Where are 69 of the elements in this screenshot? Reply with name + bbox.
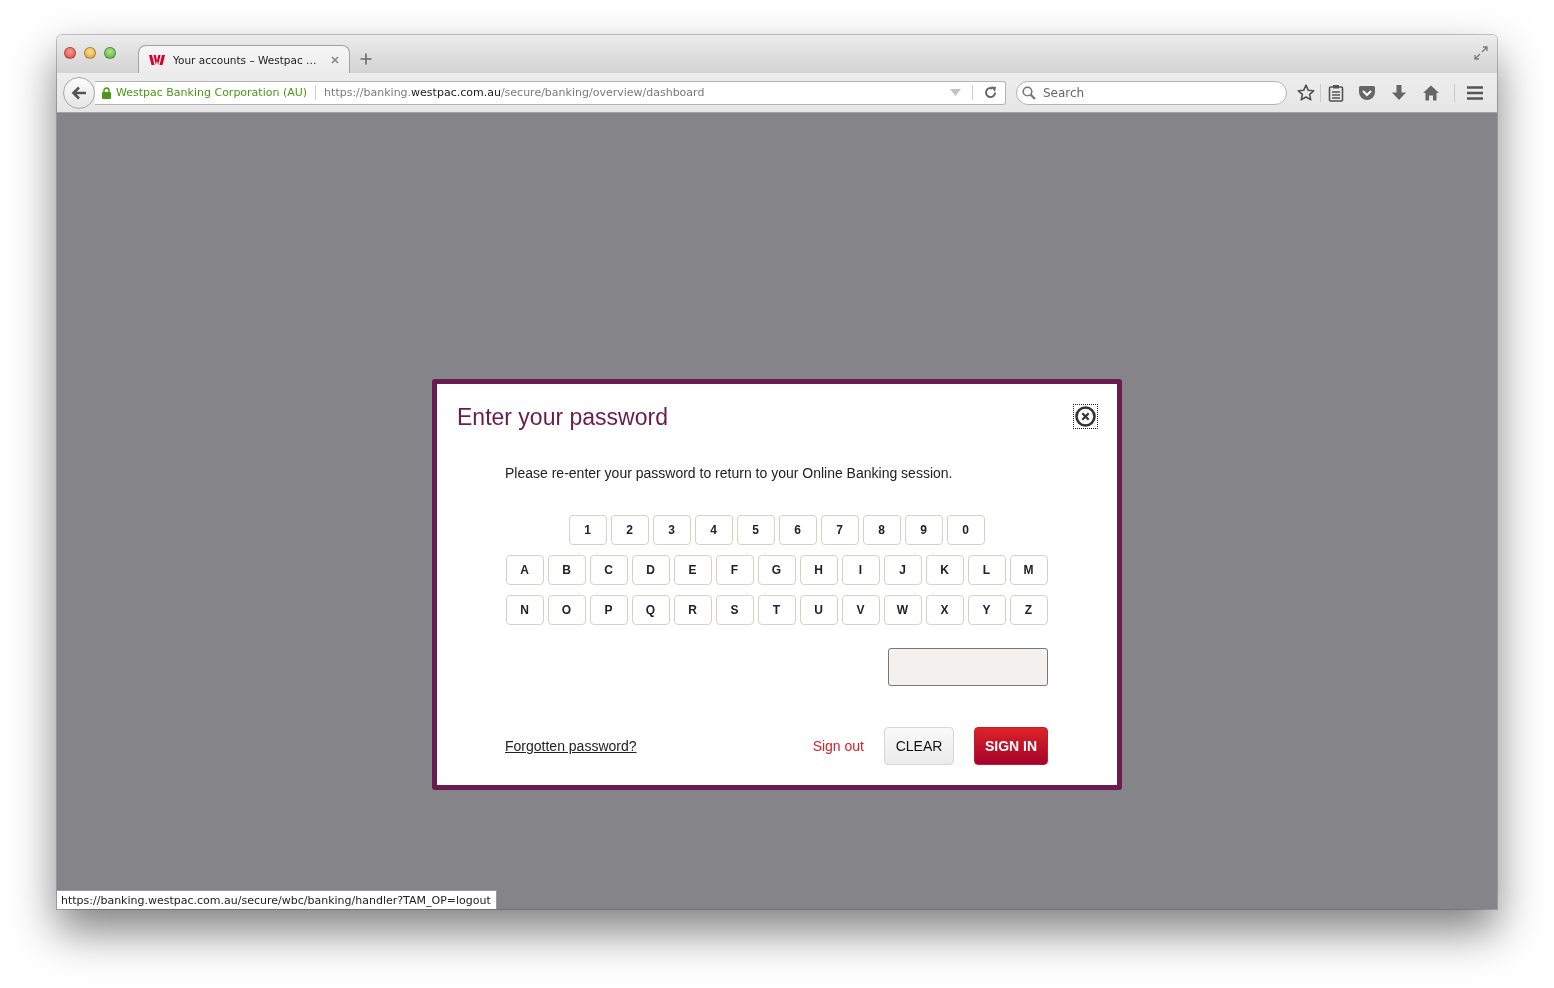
star-icon[interactable] (1297, 83, 1315, 102)
close-window-icon[interactable] (64, 47, 76, 59)
arrow-down-icon[interactable] (1390, 83, 1408, 102)
key-button[interactable]: K (925, 555, 964, 585)
search-field[interactable]: Search (1016, 80, 1287, 105)
key-button[interactable]: Q (631, 595, 670, 625)
key-button[interactable]: X (925, 595, 964, 625)
key-button[interactable]: W (883, 595, 922, 625)
close-icon (1075, 406, 1096, 427)
key-button[interactable]: Z (1009, 595, 1048, 625)
key-button[interactable]: 0 (946, 515, 985, 545)
logo-icon (149, 54, 165, 65)
key-button[interactable]: C (589, 555, 628, 585)
key-button[interactable]: 5 (736, 515, 775, 545)
arrow-left-icon (71, 85, 87, 100)
key-button[interactable]: 2 (610, 515, 649, 545)
key-button[interactable]: T (757, 595, 796, 625)
key-button[interactable]: B (547, 555, 586, 585)
key-button[interactable]: A (505, 555, 544, 585)
key-button[interactable]: U (799, 595, 838, 625)
key-button[interactable]: 3 (652, 515, 691, 545)
password-field[interactable] (888, 648, 1048, 686)
close-button[interactable] (1073, 404, 1098, 429)
dialog-message: Please re-enter your password to return to your Online Banking session. (505, 464, 954, 482)
key-button[interactable]: 4 (694, 515, 733, 545)
browser-tab[interactable]: Your accounts – Westpac … (138, 45, 350, 73)
link-preview: https://banking.westpac.com.au/secure/wbc/banking/handler?TAM_OP=logout (57, 890, 497, 909)
chevron-shield-icon[interactable] (1358, 83, 1376, 102)
key-button[interactable]: O (547, 595, 586, 625)
address-bar[interactable]: Westpac Banking Corporation (AU) https://banking.westpac.com.au/secure/banking/overview/dashboard (95, 80, 1006, 105)
key-button[interactable]: R (673, 595, 712, 625)
close-icon[interactable] (331, 55, 339, 64)
key-button[interactable]: 9 (904, 515, 943, 545)
key-button[interactable]: 1 (568, 515, 607, 545)
back-button[interactable] (63, 76, 95, 109)
minimize-window-icon[interactable] (84, 47, 96, 59)
key-button[interactable]: S (715, 595, 754, 625)
home-icon[interactable] (1422, 83, 1440, 102)
key-button[interactable]: 8 (862, 515, 901, 545)
site-identity: Westpac Banking Corporation (AU) (116, 86, 308, 99)
key-button[interactable]: G (757, 555, 796, 585)
clipboard-list-icon[interactable] (1327, 83, 1345, 102)
key-button[interactable]: J (883, 555, 922, 585)
key-button[interactable]: P (589, 595, 628, 625)
diagonal-arrows-icon[interactable] (1474, 46, 1488, 60)
key-button[interactable]: I (841, 555, 880, 585)
sign-out-link[interactable]: Sign out (812, 738, 864, 754)
key-button[interactable]: Y (967, 595, 1006, 625)
key-button[interactable]: D (631, 555, 670, 585)
key-button[interactable]: M (1009, 555, 1048, 585)
dialog-title: Enter your password (457, 403, 668, 432)
forgot-password-link[interactable]: Forgotten password? (505, 738, 637, 754)
key-button[interactable]: F (715, 555, 754, 585)
key-button[interactable]: 7 (820, 515, 859, 545)
key-button[interactable]: N (505, 595, 544, 625)
key-button[interactable]: V (841, 595, 880, 625)
plus-icon[interactable] (360, 53, 372, 65)
reload-icon[interactable] (984, 86, 997, 99)
menu-icon[interactable] (1466, 84, 1484, 101)
clear-button[interactable]: CLEAR (884, 727, 954, 765)
key-button[interactable]: L (967, 555, 1006, 585)
search-icon (1022, 85, 1036, 100)
key-button[interactable]: H (799, 555, 838, 585)
maximize-window-icon[interactable] (104, 47, 116, 59)
key-button[interactable]: E (673, 555, 712, 585)
key-button[interactable]: 6 (778, 515, 817, 545)
sign-in-button[interactable]: SIGN IN (974, 727, 1048, 765)
lock-icon (102, 86, 111, 99)
url-text: https://banking.westpac.com.au/secure/banking/overview/dashboard (324, 86, 706, 99)
